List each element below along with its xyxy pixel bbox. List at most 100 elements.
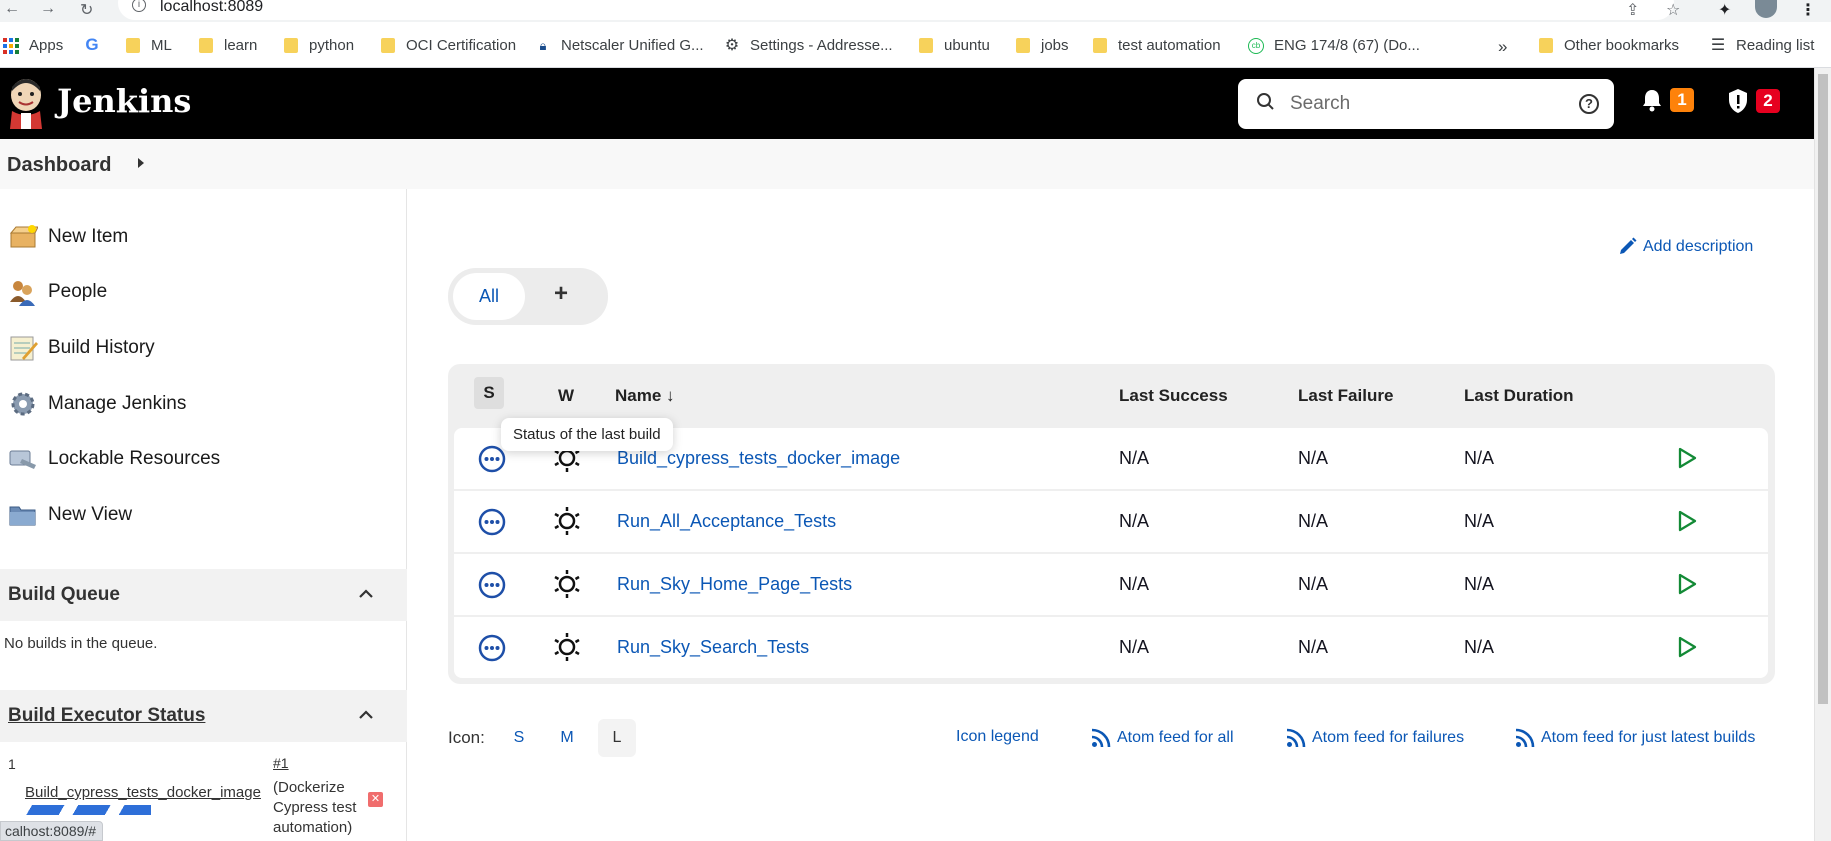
profile-avatar[interactable] [1755,0,1777,18]
security-button[interactable]: 2 [1727,88,1780,114]
column-status[interactable]: S [474,377,504,409]
address-url[interactable]: localhost:8089 [160,0,263,16]
bookmarks-overflow-icon[interactable]: » [1498,37,1507,57]
status-bar-url: calhost:8089/# [0,821,104,841]
sidebar-item-new-view[interactable]: New View [8,501,132,529]
job-link[interactable]: Run_All_Acceptance_Tests [617,511,836,532]
build-queue-empty: No builds in the queue. [4,635,158,652]
last-failure: N/A [1298,637,1329,657]
gear-icon: ⚙ [724,36,740,54]
bookmark-oci-certification[interactable]: OCI Certification [381,37,516,54]
page-scrollbar[interactable] [1814,68,1831,841]
bookmark-settings[interactable]: ⚙ Settings - Addresse... [724,37,893,54]
icon-size-large[interactable]: L [598,719,636,757]
site-info-icon[interactable]: i [132,0,146,12]
status-not-built-icon[interactable] [478,634,506,662]
status-not-built-icon[interactable] [478,508,506,536]
jenkins-title[interactable]: Jenkins [57,82,191,120]
last-duration: N/A [1464,511,1495,531]
job-link[interactable]: Run_Sky_Home_Page_Tests [617,574,852,595]
chevron-up-icon[interactable] [358,707,374,723]
status-not-built-icon[interactable] [478,445,506,473]
bookmark-ubuntu[interactable]: ubuntu [919,37,990,54]
last-failure: N/A [1298,574,1329,594]
chevron-up-icon[interactable] [358,586,374,602]
help-icon[interactable]: ? [1579,94,1599,114]
executor-build-link[interactable]: #1 [273,755,289,771]
scrollbar-thumb[interactable] [1818,74,1828,704]
build-now-icon[interactable] [1676,446,1698,470]
jenkins-header: Jenkins ? 1 2 [0,68,1814,139]
bookmark-jobs[interactable]: jobs [1016,37,1069,54]
executor-progress-bar[interactable] [25,805,151,815]
bookmark-test-automation[interactable]: test automation [1093,37,1221,54]
bell-icon [1643,90,1661,112]
search-input[interactable] [1290,89,1550,119]
executor-status-title[interactable]: Build Executor Status [8,705,205,727]
last-success: N/A [1119,637,1150,657]
status-not-built-icon[interactable] [478,571,506,599]
column-last-duration[interactable]: Last Duration [1464,386,1574,406]
bookmark-ml[interactable]: ML [126,37,172,54]
cb-icon: cb [1248,37,1264,54]
notifications-button[interactable]: 1 [1641,88,1694,112]
bookmark-python[interactable]: python [284,37,354,54]
add-description-link[interactable]: Add description [1617,237,1753,257]
last-failure: N/A [1298,448,1329,468]
column-weather[interactable]: W [558,386,574,406]
stop-build-icon[interactable]: ✕ [368,792,383,807]
table-row: Run_Sky_Home_Page_Tests N/A N/A N/A [454,554,1768,615]
sidebar: New Item People Build History Manage Jen… [0,189,407,841]
atom-feed-latest-link[interactable]: Atom feed for just latest builds [1515,728,1755,748]
build-queue-header[interactable]: Build Queue [0,569,407,621]
icon-legend-link[interactable]: Icon legend [956,728,1039,746]
executor-status-header[interactable]: Build Executor Status [0,690,407,742]
reading-list[interactable]: ☰ Reading list [1710,37,1815,54]
back-icon[interactable]: ← [4,0,20,18]
menu-icon[interactable]: ⋮ [1800,0,1816,20]
last-duration: N/A [1464,448,1495,468]
job-link[interactable]: Run_Sky_Search_Tests [617,637,809,658]
build-now-icon[interactable] [1676,635,1698,659]
last-success: N/A [1119,574,1150,594]
forward-icon[interactable]: → [40,0,56,18]
security-badge: 2 [1756,89,1780,113]
jenkins-logo[interactable] [6,77,46,129]
reload-icon[interactable]: ↻ [80,0,93,20]
bookmark-google[interactable]: G [84,36,110,53]
extensions-icon[interactable]: ✦ [1718,0,1731,20]
bookmark-netscaler[interactable]: 🔒︎ Netscaler Unified G... [535,37,704,54]
bookmark-learn[interactable]: learn [199,37,257,54]
column-last-failure[interactable]: Last Failure [1298,386,1393,406]
jobs-table: S W Name ↓ Last Success Last Failure Las… [448,364,1775,684]
bookmark-star-icon[interactable]: ☆ [1666,0,1680,20]
breadcrumb-chevron-icon[interactable] [138,158,144,168]
address-bar[interactable]: i localhost:8089 [118,0,1674,20]
search-box[interactable]: ? [1238,79,1614,129]
tab-all[interactable]: All [453,273,525,320]
breadcrumb-dashboard[interactable]: Dashboard [7,154,111,177]
bookmark-eng[interactable]: cb ENG 174/8 (67) (Do... [1248,37,1420,54]
sidebar-item-new-item[interactable]: New Item [8,223,128,251]
column-name[interactable]: Name ↓ [615,386,675,406]
atom-feed-failures-link[interactable]: Atom feed for failures [1286,728,1464,748]
rss-icon [1515,728,1535,748]
icon-size-small[interactable]: S [500,719,538,757]
atom-feed-all-link[interactable]: Atom feed for all [1091,728,1234,748]
executor-job-link[interactable]: Build_cypress_tests_docker_image [25,784,261,801]
bookmark-apps[interactable]: Apps [3,37,63,54]
other-bookmarks[interactable]: Other bookmarks [1539,37,1679,54]
build-now-icon[interactable] [1676,509,1698,533]
sidebar-item-lockable-resources[interactable]: Lockable Resources [8,445,220,473]
share-icon[interactable]: ⇪ [1626,0,1639,20]
sidebar-item-manage-jenkins[interactable]: Manage Jenkins [8,390,186,418]
sidebar-item-build-history[interactable]: Build History [8,334,155,362]
job-link[interactable]: Build_cypress_tests_docker_image [617,448,900,469]
sidebar-item-people[interactable]: People [8,278,107,306]
add-view-icon[interactable]: + [554,280,568,308]
last-success: N/A [1119,511,1150,531]
folder-icon [1093,38,1107,53]
build-now-icon[interactable] [1676,572,1698,596]
column-last-success[interactable]: Last Success [1119,386,1228,406]
icon-size-medium[interactable]: M [548,719,586,757]
